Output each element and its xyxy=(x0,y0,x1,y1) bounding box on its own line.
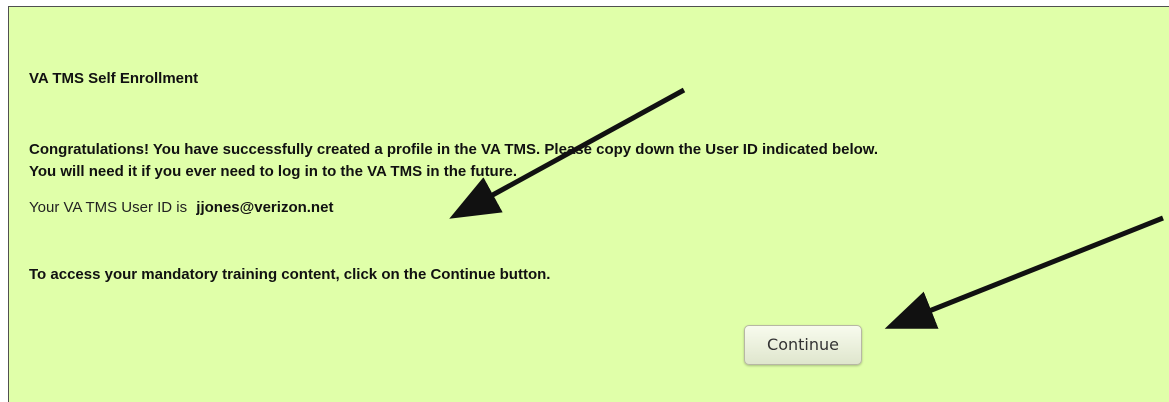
continue-button[interactable]: Continue xyxy=(744,325,862,365)
continue-instruction: To access your mandatory training conten… xyxy=(29,266,551,283)
user-id-label: Your VA TMS User ID is xyxy=(29,199,188,216)
success-message-line-1: Congratulations! You have successfully c… xyxy=(29,141,879,158)
page-title: VA TMS Self Enrollment xyxy=(29,70,199,87)
user-id-value: jjones@verizon.net xyxy=(196,199,334,216)
success-message-line-2: You will need it if you ever need to log… xyxy=(29,163,518,180)
user-id-row: Your VA TMS User ID is jjones@verizon.ne… xyxy=(29,199,333,216)
